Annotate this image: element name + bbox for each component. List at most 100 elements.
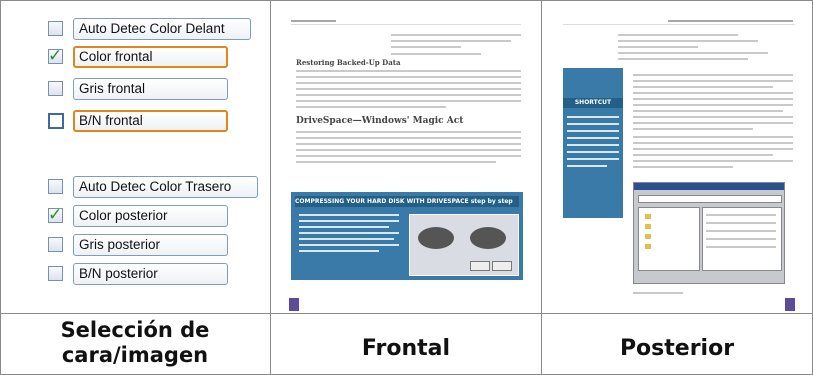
text-line bbox=[633, 116, 793, 118]
text-line bbox=[633, 148, 793, 150]
text-line bbox=[567, 130, 619, 132]
text-line bbox=[567, 123, 619, 125]
page-number-tab bbox=[289, 298, 299, 311]
text-line bbox=[633, 128, 753, 130]
dialog-button bbox=[470, 261, 490, 271]
disk-graphic bbox=[470, 227, 506, 249]
option-label: Color frontal bbox=[73, 46, 228, 68]
selection-caption: Selección de cara/imagen bbox=[0, 318, 270, 368]
text-line bbox=[633, 74, 793, 76]
text-line bbox=[567, 144, 619, 146]
text-line bbox=[296, 155, 521, 157]
text-line bbox=[299, 244, 399, 246]
folder-icon bbox=[645, 234, 651, 239]
caption-line: Selección de bbox=[60, 318, 210, 342]
option-label: Gris posterior bbox=[73, 234, 228, 256]
text-line bbox=[296, 94, 521, 96]
caption-line: cara/imagen bbox=[61, 343, 209, 367]
folder-tree bbox=[638, 207, 700, 271]
folder-icon bbox=[645, 214, 651, 219]
text-line bbox=[633, 86, 773, 88]
text-line bbox=[296, 137, 521, 139]
text-line bbox=[633, 104, 793, 106]
front-caption: Frontal bbox=[361, 336, 451, 361]
backup-dialog-screenshot bbox=[633, 182, 785, 284]
option-label: Gris frontal bbox=[73, 78, 228, 100]
checkbox[interactable] bbox=[48, 81, 63, 96]
checkbox-checked[interactable]: ✓ bbox=[48, 46, 63, 66]
text-line bbox=[299, 250, 379, 252]
shortcut-sidebar: SHORTCUT bbox=[563, 68, 623, 218]
text-line bbox=[633, 92, 793, 94]
folder-icon bbox=[645, 244, 651, 249]
folder-icon bbox=[645, 224, 651, 229]
text-line bbox=[299, 226, 389, 228]
checkmark-icon: ✓ bbox=[48, 205, 63, 225]
page-rule bbox=[563, 24, 795, 25]
text-line bbox=[299, 238, 394, 240]
text-line bbox=[296, 88, 521, 90]
text-line bbox=[633, 154, 773, 156]
text-line bbox=[618, 52, 768, 54]
text-line bbox=[296, 82, 521, 84]
text-line bbox=[296, 70, 521, 72]
dialog-field bbox=[638, 195, 782, 203]
text-line bbox=[567, 165, 607, 167]
text-line bbox=[391, 40, 511, 42]
checkbox[interactable] bbox=[48, 179, 63, 194]
checkbox[interactable] bbox=[48, 113, 64, 129]
text-line bbox=[567, 137, 619, 139]
text-line bbox=[567, 151, 619, 153]
text-line bbox=[567, 158, 619, 160]
page-rule bbox=[291, 24, 521, 25]
checkbox[interactable] bbox=[48, 266, 63, 281]
back-page-thumbnail: SHORTCUT bbox=[553, 12, 803, 312]
text-line bbox=[633, 166, 733, 168]
text-line bbox=[296, 106, 446, 108]
text-line bbox=[633, 122, 793, 124]
text-line bbox=[296, 76, 521, 78]
text-line bbox=[618, 40, 758, 42]
file-row bbox=[706, 246, 776, 248]
banner-title: COMPRESSING YOUR HARD DISK WITH DRIVESPA… bbox=[295, 196, 519, 207]
text-line bbox=[633, 160, 793, 162]
checkbox-checked[interactable]: ✓ bbox=[48, 205, 63, 225]
checkbox[interactable] bbox=[48, 237, 63, 252]
text-line bbox=[633, 142, 793, 144]
file-row bbox=[706, 238, 776, 240]
text-line bbox=[299, 220, 399, 222]
text-line bbox=[296, 100, 521, 102]
dialog-screenshot bbox=[409, 214, 519, 276]
step-by-step-banner: COMPRESSING YOUR HARD DISK WITH DRIVESPA… bbox=[291, 192, 523, 280]
text-line bbox=[296, 143, 521, 145]
page-header-text bbox=[668, 20, 793, 22]
file-row bbox=[706, 214, 776, 216]
text-line bbox=[633, 110, 783, 112]
file-row bbox=[706, 230, 776, 232]
text-line bbox=[299, 232, 399, 234]
text-line bbox=[391, 34, 521, 36]
text-line bbox=[633, 98, 793, 100]
option-label: B/N frontal bbox=[73, 110, 228, 132]
dialog-titlebar bbox=[634, 183, 784, 190]
page-number-tab bbox=[785, 298, 795, 311]
checkmark-icon: ✓ bbox=[48, 46, 63, 66]
file-row bbox=[706, 222, 776, 224]
text-line bbox=[391, 46, 461, 48]
section-heading: Restoring Backed-Up Data bbox=[296, 58, 401, 67]
sidebar-title: SHORTCUT bbox=[563, 98, 623, 108]
text-line bbox=[567, 116, 619, 118]
back-caption: Posterior bbox=[619, 336, 735, 361]
front-page-thumbnail: Restoring Backed-Up Data DriveSpace—Wind… bbox=[281, 12, 531, 312]
option-label: B/N posterior bbox=[73, 263, 228, 285]
caption-divider bbox=[0, 313, 813, 314]
text-line bbox=[618, 58, 748, 60]
text-line bbox=[618, 46, 698, 48]
text-line bbox=[296, 149, 521, 151]
section-heading: DriveSpace—Windows' Magic Act bbox=[296, 116, 464, 126]
checkbox[interactable] bbox=[48, 21, 63, 36]
text-line bbox=[633, 136, 793, 138]
option-label: Auto Detec Color Trasero bbox=[73, 176, 258, 198]
text-line bbox=[633, 80, 793, 82]
disk-graphic bbox=[418, 227, 454, 249]
